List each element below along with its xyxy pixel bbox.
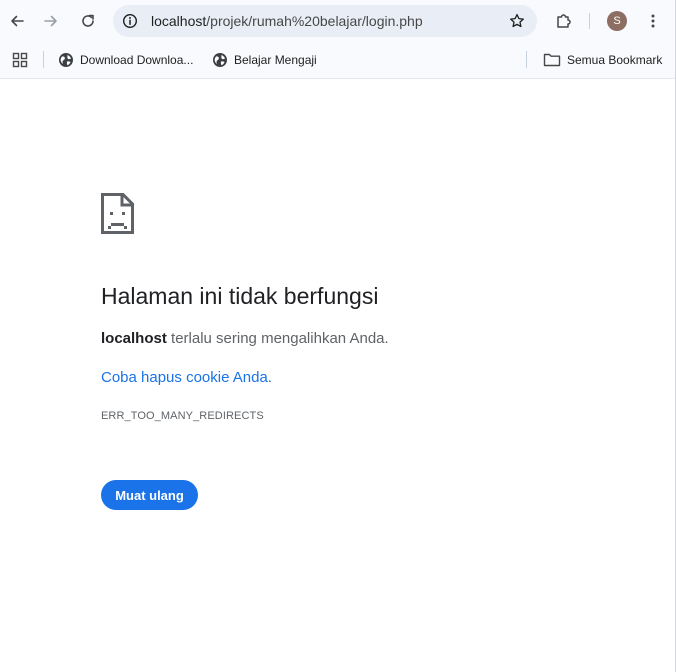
apps-button[interactable] (11, 51, 29, 69)
globe-icon (213, 53, 227, 67)
browser-toolbar: localhost/projek/rumah%20belajar/login.p… (0, 0, 675, 42)
all-bookmarks-button[interactable]: Semua Bookmark (543, 48, 662, 72)
bookmark-item-download[interactable]: Download Downloa... (58, 48, 193, 72)
error-message: terlalu sering mengalihkan Anda. (166, 330, 389, 347)
profile-avatar[interactable]: S (607, 11, 627, 31)
info-icon (122, 13, 138, 29)
url-path: /projek/rumah%20belajar/login.php (206, 13, 423, 29)
reload-button[interactable] (74, 7, 102, 35)
error-description: localhost terlalu sering mengalihkan And… (101, 330, 389, 347)
error-host: localhost (101, 330, 167, 347)
sad-document-icon (101, 193, 134, 234)
reload-icon (82, 14, 94, 27)
back-button[interactable] (3, 7, 31, 35)
bookmark-label: Download Downloa... (80, 53, 194, 67)
bookmarks-bar: Download Downloa... Belajar Mengaji Semu… (0, 42, 675, 79)
url-text[interactable]: localhost/projek/rumah%20belajar/login.p… (151, 13, 423, 29)
forward-button[interactable] (37, 7, 65, 35)
arrow-right-icon (44, 15, 57, 27)
all-bookmarks-label: Semua Bookmark (567, 53, 663, 67)
globe-icon (59, 53, 73, 67)
bookmark-item-belajar-mengaji[interactable]: Belajar Mengaji (212, 48, 317, 72)
error-page: Halaman ini tidak berfungsi localhost te… (0, 79, 675, 672)
menu-button[interactable] (639, 7, 667, 35)
more-vertical-icon (651, 14, 655, 28)
apps-grid-icon (12, 52, 28, 68)
folder-icon (543, 53, 561, 67)
url-host: localhost (151, 13, 207, 29)
site-info-button[interactable] (120, 11, 140, 31)
error-title: Halaman ini tidak berfungsi (101, 283, 379, 309)
address-bar[interactable]: localhost/projek/rumah%20belajar/login.p… (113, 5, 537, 37)
star-icon (510, 13, 524, 28)
clear-cookies-link[interactable]: Coba hapus cookie Anda. (101, 369, 272, 386)
arrow-left-icon (11, 15, 24, 27)
bookmarks-divider (526, 51, 527, 68)
browser-window: localhost/projek/rumah%20belajar/login.p… (0, 0, 676, 672)
bookmarks-divider (43, 51, 44, 68)
extensions-button[interactable] (550, 7, 578, 35)
error-code: ERR_TOO_MANY_REDIRECTS (101, 410, 264, 422)
bookmark-label: Belajar Mengaji (234, 53, 317, 67)
toolbar-divider (589, 13, 590, 29)
reload-page-button[interactable]: Muat ulang (101, 480, 198, 510)
puzzle-icon (557, 14, 571, 28)
bookmark-star-button[interactable] (505, 9, 529, 33)
